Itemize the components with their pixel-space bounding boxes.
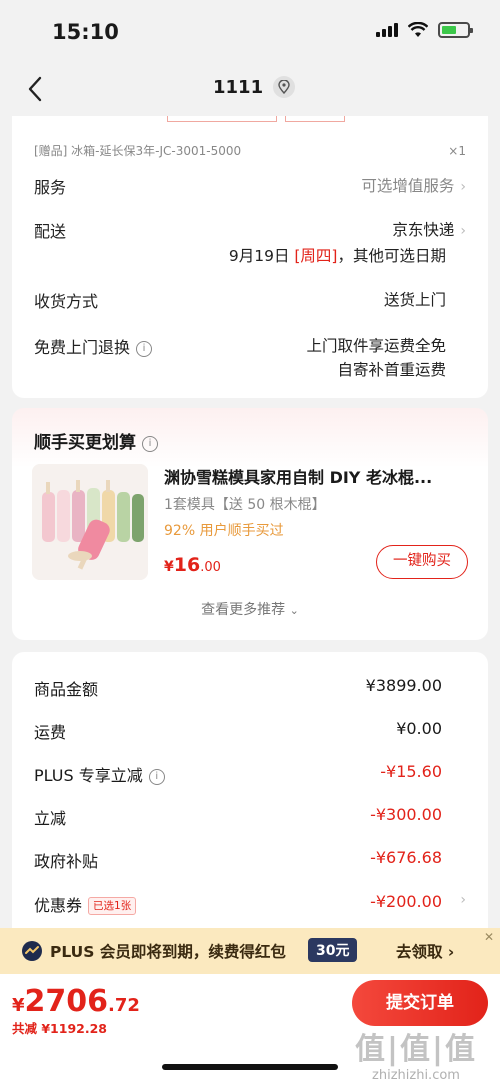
watermark-url: zhizhizhi.com <box>372 1068 460 1082</box>
return-label-row: 免费上门退换 i <box>34 334 153 358</box>
status-bar: 15:10 <box>0 0 500 62</box>
summary-row: 政府补贴 -¥676.68 <box>12 848 488 878</box>
summary-value: -¥300.00 <box>370 805 442 824</box>
service-value: 可选增值服务 <box>361 177 455 195</box>
summary-label: 商品金额 <box>34 680 99 699</box>
plus-claim-link[interactable]: 去领取 › <box>396 940 454 962</box>
return-value-2: 自寄补首重运费 <box>337 361 446 379</box>
summary-label-row: 优惠券 已选1张 <box>34 892 137 916</box>
gift-qty: ×1 <box>448 144 466 158</box>
clipped-tags <box>167 116 345 122</box>
home-indicator <box>162 1064 338 1070</box>
watermark-logo: 值|值|值 <box>355 1032 477 1067</box>
summary-row: 立减 -¥300.00 <box>12 805 488 835</box>
page-title: 1111 <box>213 76 264 98</box>
total-price: ¥2706.72 <box>12 984 140 1019</box>
delivery-date-suffix: ，其他可选日期 <box>337 247 446 265</box>
summary-row: PLUS 专享立减 i -¥15.60 <box>12 762 488 792</box>
delivery-label: 配送 <box>34 222 67 241</box>
one-click-buy-button[interactable]: 一键购买 <box>376 545 468 579</box>
delivery-date[interactable]: 9月19日 [周四]，其他可选日期 <box>229 244 446 266</box>
summary-row: 商品金额 ¥3899.00 <box>12 676 488 706</box>
summary-value: ¥3899.00 <box>365 676 442 695</box>
order-info-card: [赠品] 冰箱-延长保3年-JC-3001-5000 ×1 服务 可选增值服务 ›… <box>12 116 488 398</box>
total-price-int: 2706 <box>24 984 109 1019</box>
recommend-product-name[interactable]: 渊协雪糕模具家用自制 DIY 老冰棍... <box>164 464 464 488</box>
product-image[interactable] <box>32 464 148 580</box>
info-icon[interactable]: i <box>142 436 158 452</box>
recommend-price: ¥16.00 <box>164 554 221 576</box>
total-price-dec: .72 <box>108 995 140 1016</box>
delivery-date-text: 9月19日 <box>228 247 295 265</box>
delivery-value: 京东快递 <box>392 221 455 239</box>
chevron-right-icon: › <box>460 892 466 908</box>
delivery-row[interactable]: 京东快递 › <box>392 218 466 240</box>
summary-label: PLUS 专享立减 <box>34 766 143 785</box>
submit-order-button[interactable]: 提交订单 <box>352 980 488 1026</box>
service-label: 服务 <box>34 178 67 197</box>
status-icons <box>376 22 473 38</box>
summary-label-row: PLUS 专享立减 i <box>34 762 165 786</box>
summary-label: 立减 <box>34 809 67 828</box>
cellular-signal-icon <box>376 23 398 37</box>
location-icon[interactable] <box>273 76 296 98</box>
close-icon[interactable]: ✕ <box>484 930 494 944</box>
summary-value: ¥0.00 <box>396 719 442 738</box>
back-icon[interactable] <box>24 74 48 104</box>
coupon-tag: 已选1张 <box>88 897 137 915</box>
summary-value: -¥200.00 <box>370 892 442 911</box>
info-icon[interactable]: i <box>148 769 165 785</box>
summary-row: 运费 ¥0.00 <box>12 719 488 749</box>
plus-amount-badge: 30元 <box>308 938 358 962</box>
chevron-right-icon: › <box>460 179 466 195</box>
gift-line: [赠品] 冰箱-延长保3年-JC-3001-5000 <box>34 144 242 158</box>
plus-banner-text: PLUS 会员即将到期，续费得红包 <box>50 943 286 961</box>
service-row[interactable]: 可选增值服务 › <box>361 174 466 196</box>
recommend-rate: 92% 用户顺手买过 <box>164 523 284 539</box>
receive-value: 送货上门 <box>383 291 446 309</box>
chevron-down-icon: ⌄ <box>289 604 299 617</box>
info-icon[interactable]: i <box>136 341 153 357</box>
more-recommend-label: 查看更多推荐 <box>201 602 286 618</box>
total-yen: ¥ <box>12 995 25 1016</box>
recommend-spec: 1套模具【送 50 根木棍】 <box>164 497 326 513</box>
delivery-date-day: [周四] <box>294 247 338 265</box>
plus-logo-icon <box>22 941 42 961</box>
watermark: 值|值|值 zhizhizhi.com <box>346 1024 486 1082</box>
coupon-row[interactable]: 优惠券 已选1张 -¥200.00 › <box>12 892 488 922</box>
price-int: 16 <box>173 554 201 576</box>
recommend-title-row: 顺手买更划算 i <box>34 428 158 453</box>
return-label: 免费上门退换 <box>34 338 131 357</box>
nav-title-group: 1111 <box>213 76 296 98</box>
chevron-right-icon: › <box>460 223 466 239</box>
battery-icon <box>438 22 473 38</box>
return-value-1: 上门取件享运费全免 <box>306 337 446 355</box>
wifi-icon <box>408 22 428 37</box>
bottom-bar: ¥2706.72 共减 ¥1192.28 提交订单 值|值|值 zhizhizh… <box>0 974 500 1082</box>
status-time: 15:10 <box>52 20 119 44</box>
summary-value: -¥676.68 <box>370 848 442 867</box>
plus-renew-banner[interactable]: PLUS 会员即将到期，续费得红包 30元 去领取 › ✕ <box>0 928 500 974</box>
receive-label: 收货方式 <box>34 292 99 311</box>
summary-label: 政府补贴 <box>34 852 99 871</box>
more-recommend-link[interactable]: 查看更多推荐 ⌄ <box>12 599 488 619</box>
total-saved[interactable]: 共减 ¥1192.28 <box>12 1018 107 1037</box>
price-summary-card: 商品金额 ¥3899.00 运费 ¥0.00 PLUS 专享立减 i -¥15.6… <box>12 652 488 942</box>
price-symbol: ¥ <box>164 559 174 575</box>
summary-label: 运费 <box>34 723 67 742</box>
summary-label: 优惠券 <box>34 896 83 915</box>
nav-bar: 1111 <box>0 62 500 116</box>
recommend-title: 顺手买更划算 <box>34 433 136 453</box>
recommend-card: 顺手买更划算 i 渊协雪糕模具家用自制 DIY 老冰棍... 1套模具【送 50 … <box>12 408 488 640</box>
price-dec: .00 <box>200 560 221 575</box>
summary-value: -¥15.60 <box>380 762 442 781</box>
